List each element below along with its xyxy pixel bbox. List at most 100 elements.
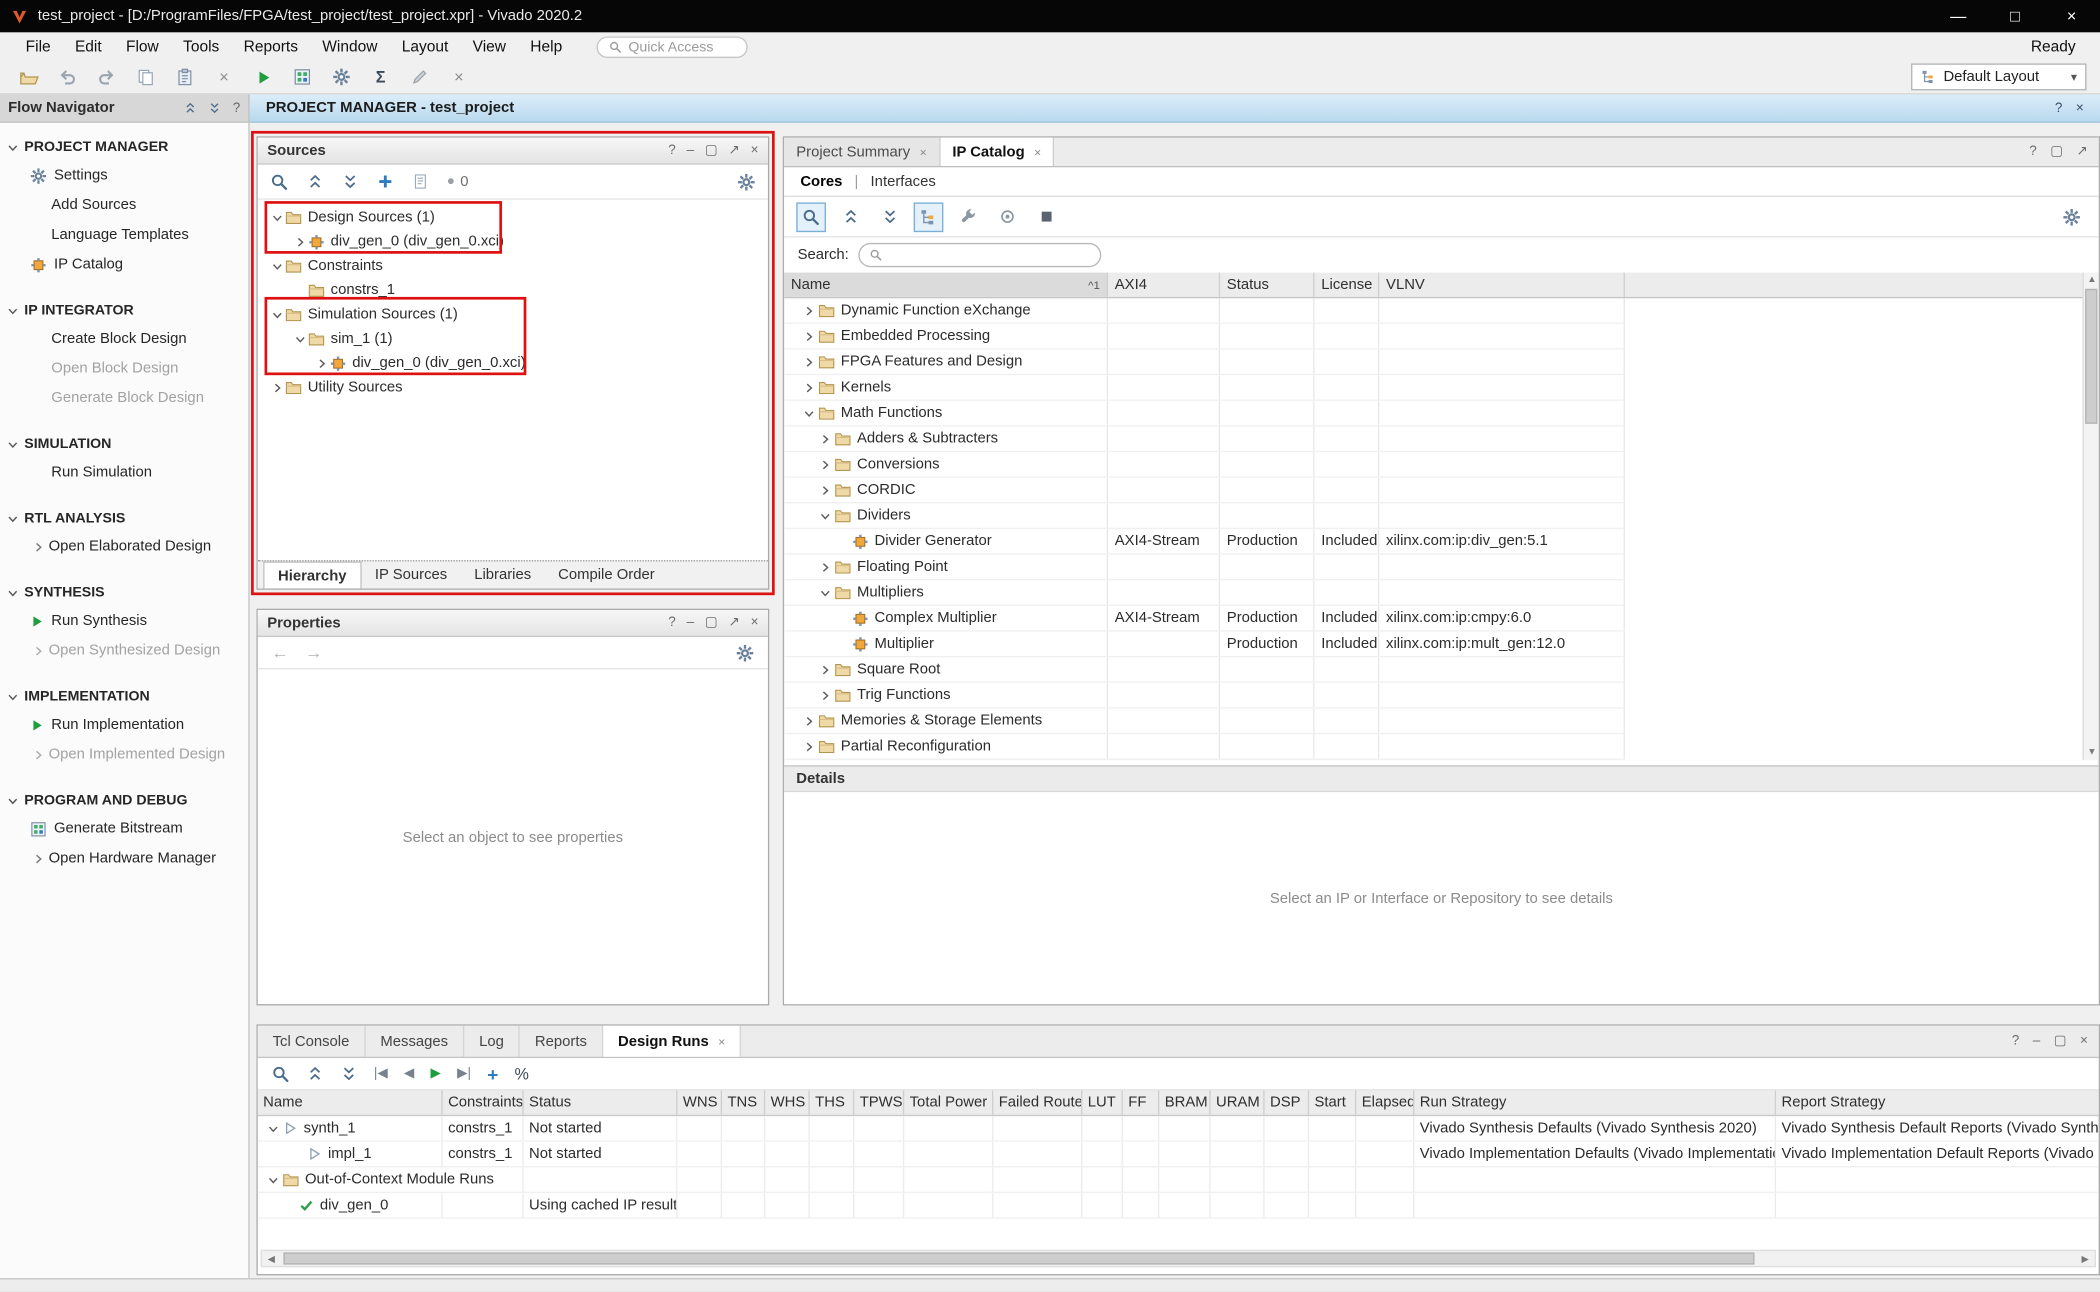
chevron-down-icon[interactable] <box>7 794 19 806</box>
chevron-right-icon[interactable] <box>271 381 283 393</box>
float-icon[interactable]: ▢ <box>705 143 718 158</box>
chevron-down-icon[interactable] <box>267 1173 279 1185</box>
scroll-down-icon[interactable]: ▼ <box>2084 745 2100 760</box>
column-header-tpws[interactable]: TPWS <box>854 1090 904 1114</box>
run-icon[interactable] <box>251 65 275 89</box>
forward-icon[interactable]: → <box>305 642 323 662</box>
tab-log[interactable]: Log <box>464 1026 520 1057</box>
back-icon[interactable]: ← <box>271 642 289 662</box>
chevron-right-icon[interactable] <box>32 541 44 553</box>
tree-item-div-gen-0[interactable]: div_gen_0 (div_gen_0.xci) <box>258 229 768 253</box>
expand-all-icon[interactable] <box>208 101 221 114</box>
close-icon[interactable]: × <box>2076 101 2084 116</box>
report-icon[interactable] <box>412 173 430 191</box>
column-header-elapsed[interactable]: Elapsed <box>1356 1090 1414 1114</box>
chevron-right-icon[interactable] <box>803 381 815 393</box>
column-header-whs[interactable]: WHS <box>765 1090 810 1114</box>
search-icon[interactable] <box>796 202 826 232</box>
ip-category-row[interactable]: Floating Point <box>784 555 1625 581</box>
flownav-section-program-and-debug[interactable]: PROGRAM AND DEBUG <box>0 787 248 814</box>
edit-pencil-icon[interactable] <box>408 65 432 89</box>
flownav-item-open-synthesized-design[interactable]: Open Synthesized Design <box>0 636 248 666</box>
column-header-constraints[interactable]: Constraints <box>443 1090 524 1114</box>
chevron-right-icon[interactable] <box>803 304 815 316</box>
ip-category-row[interactable]: Multipliers <box>784 580 1625 606</box>
sum-icon[interactable]: Σ <box>368 65 392 89</box>
chevron-right-icon[interactable] <box>803 740 815 752</box>
ip-category-row[interactable]: Dividers <box>784 503 1625 529</box>
chevron-down-icon[interactable] <box>7 512 19 524</box>
menu-help[interactable]: Help <box>518 38 574 54</box>
column-header-tns[interactable]: TNS <box>722 1090 765 1114</box>
column-header-run-strategy[interactable]: Run Strategy <box>1414 1090 1776 1114</box>
collapse-all-icon[interactable] <box>306 173 324 191</box>
flownav-item-run-simulation[interactable]: Run Simulation <box>0 458 248 488</box>
flownav-item-generate-bitstream[interactable]: Generate Bitstream <box>0 814 248 844</box>
tab-reports[interactable]: Reports <box>520 1026 603 1057</box>
scrollbar-track[interactable] <box>281 1251 2076 1266</box>
open-folder-icon[interactable] <box>16 65 40 89</box>
flownav-item-open-implemented-design[interactable]: Open Implemented Design <box>0 740 248 770</box>
chevron-down-icon[interactable] <box>7 141 19 153</box>
flownav-item-run-synthesis[interactable]: Run Synthesis <box>0 606 248 636</box>
column-header-name[interactable]: Name <box>258 1090 443 1114</box>
ip-category-row[interactable]: Conversions <box>784 452 1625 478</box>
expand-all-icon[interactable] <box>875 202 905 232</box>
chevron-right-icon[interactable] <box>819 433 831 445</box>
chevron-down-icon[interactable] <box>267 1122 279 1134</box>
chevron-right-icon[interactable] <box>32 852 44 864</box>
chevron-down-icon[interactable] <box>819 586 831 598</box>
column-header-dsp[interactable]: DSP <box>1265 1090 1310 1114</box>
ip-status-icon[interactable] <box>992 202 1022 232</box>
tree-item-constraints[interactable]: Constraints <box>258 254 768 278</box>
copy-icon[interactable] <box>134 65 158 89</box>
tab-ip-catalog[interactable]: IP Catalog × <box>940 138 1055 166</box>
chevron-down-icon[interactable] <box>7 690 19 702</box>
chevron-right-icon[interactable] <box>819 561 831 573</box>
scrollbar-thumb[interactable] <box>283 1252 1754 1264</box>
ip-search-input[interactable] <box>858 243 1101 267</box>
ip-category-row[interactable]: Adders & Subtracters <box>784 426 1625 452</box>
quick-access-search[interactable]: Quick Access <box>596 36 747 58</box>
scroll-left-icon[interactable]: ◀ <box>262 1251 281 1266</box>
paste-icon[interactable] <box>173 65 197 89</box>
search-icon[interactable] <box>270 172 289 191</box>
ip-core-row[interactable]: Divider Generator AXI4-Stream Production… <box>784 529 1625 555</box>
collapse-all-icon[interactable] <box>184 101 197 114</box>
chevron-right-icon[interactable] <box>819 663 831 675</box>
ip-category-row[interactable]: FPGA Features and Design <box>784 350 1625 376</box>
run-row-div-gen-0[interactable]: div_gen_0 Using cached IP results <box>258 1193 2099 1219</box>
menu-file[interactable]: File <box>13 38 62 54</box>
chevron-right-icon[interactable] <box>819 484 831 496</box>
chevron-right-icon[interactable] <box>819 689 831 701</box>
tab-design-runs[interactable]: Design Runs × <box>603 1026 741 1057</box>
ip-category-row[interactable]: Trig Functions <box>784 683 1625 709</box>
menu-view[interactable]: View <box>461 38 519 54</box>
close-icon[interactable]: × <box>751 615 759 630</box>
flownav-section-rtl-analysis[interactable]: RTL ANALYSIS <box>0 505 248 532</box>
minimize-icon[interactable]: – <box>2033 1034 2041 1049</box>
flownav-item-open-block-design[interactable]: Open Block Design <box>0 354 248 384</box>
ip-category-row[interactable]: Kernels <box>784 375 1625 401</box>
column-header-ff[interactable]: FF <box>1123 1090 1159 1114</box>
flownav-section-simulation[interactable]: SIMULATION <box>0 431 248 458</box>
menu-layout[interactable]: Layout <box>390 38 461 54</box>
flownav-section-implementation[interactable]: IMPLEMENTATION <box>0 683 248 710</box>
program-device-icon[interactable] <box>290 65 314 89</box>
column-header-total-power[interactable]: Total Power <box>904 1090 993 1114</box>
chevron-down-icon[interactable] <box>7 586 19 598</box>
subtab-cores[interactable]: Cores <box>800 173 842 189</box>
chevron-right-icon[interactable] <box>32 748 44 760</box>
ip-category-row[interactable]: CORDIC <box>784 478 1625 504</box>
settings-gear-icon[interactable] <box>736 643 755 662</box>
flownav-item-add-sources[interactable]: Add Sources <box>0 190 248 220</box>
horizontal-scrollbar[interactable]: ◀ ▶ <box>260 1250 2095 1268</box>
chevron-down-icon[interactable] <box>7 438 19 450</box>
chevron-right-icon[interactable] <box>294 236 306 248</box>
tab-ip-sources[interactable]: IP Sources <box>361 561 460 588</box>
expand-all-icon[interactable] <box>340 1065 358 1083</box>
redo-icon[interactable] <box>94 65 118 89</box>
help-icon[interactable]: ? <box>233 101 241 116</box>
customize-ip-icon[interactable] <box>953 202 983 232</box>
column-header-status[interactable]: Status <box>1220 273 1314 297</box>
